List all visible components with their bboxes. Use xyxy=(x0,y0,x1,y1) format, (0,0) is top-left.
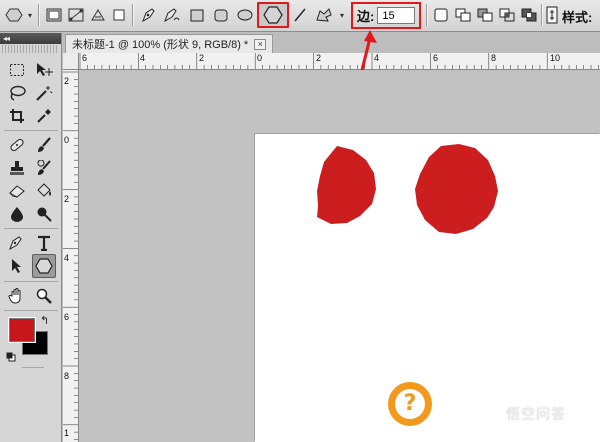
blur-tool-icon[interactable] xyxy=(6,203,28,225)
rectangle-tool-icon[interactable] xyxy=(187,4,207,26)
exclude-overlapping-areas-icon[interactable] xyxy=(519,4,539,26)
ruler-v-label: 4 xyxy=(64,253,70,263)
style-label: 样式: xyxy=(562,10,593,25)
sides-field-group: 边: xyxy=(351,2,421,29)
pen-tool-icon[interactable] xyxy=(138,4,158,26)
eraser-tool-icon[interactable] xyxy=(6,180,28,202)
type-tool-icon[interactable] xyxy=(33,232,55,254)
ruler-v-label: 1 xyxy=(64,428,70,438)
eyedropper-tool-icon[interactable] xyxy=(33,105,55,127)
watermark-question-icon: ? xyxy=(388,382,432,426)
separator xyxy=(38,4,39,26)
polygon-tool-icon[interactable] xyxy=(32,254,56,278)
polygon-shape-left[interactable] xyxy=(317,146,376,224)
swap-colors-icon[interactable]: ↰ xyxy=(40,314,49,327)
zoom-tool-icon[interactable] xyxy=(33,285,55,307)
ruler-v-label: 2 xyxy=(64,194,70,204)
lasso-tool-icon[interactable] xyxy=(6,82,28,104)
create-new-shape-layer-icon[interactable] xyxy=(431,4,451,26)
horizontal-ruler[interactable]: 6 4 2 0 2 4 6 8 10 xyxy=(79,53,600,70)
document-tab-title: 未标题-1 @ 100% (形状 9, RGB/8) * xyxy=(72,39,249,51)
paths-mode-icon[interactable] xyxy=(66,4,86,26)
spot-healing-brush-tool-icon[interactable] xyxy=(6,134,28,156)
history-brush-tool-icon[interactable] xyxy=(33,157,55,179)
tools-separator xyxy=(4,281,58,282)
ruler-h-label: 10 xyxy=(550,53,561,63)
rounded-rectangle-tool-icon[interactable] xyxy=(211,4,231,26)
link-layer-style-icon[interactable] xyxy=(544,4,560,26)
document-tab-bar: 未标题-1 @ 100% (形状 9, RGB/8) * × xyxy=(63,33,600,53)
ellipse-tool-icon[interactable] xyxy=(235,4,255,26)
path-selection-tool-icon[interactable] xyxy=(6,255,28,277)
foreground-color-swatch[interactable] xyxy=(8,317,36,343)
ruler-h-label: 2 xyxy=(316,53,322,63)
default-colors-icon[interactable] xyxy=(6,349,16,362)
watermark-question-glyph: ? xyxy=(395,389,425,419)
geometry-options-dropdown-icon[interactable]: ▾ xyxy=(337,4,347,26)
document-tab[interactable]: 未标题-1 @ 100% (形状 9, RGB/8) * × xyxy=(65,34,274,53)
canvas-area[interactable] xyxy=(80,71,600,442)
tools-separator xyxy=(4,228,58,229)
photoshop-window: ▾ ▾ 边: 15 样式: ◂◂ ↰ 未标题-1 @ 100% (形状 9, R… xyxy=(0,0,600,442)
options-bar: ▾ ▾ 边: 15 样式: xyxy=(0,0,600,32)
brush-tool-icon[interactable] xyxy=(33,134,55,156)
intersect-shape-areas-icon[interactable] xyxy=(497,4,517,26)
tool-preset-icon[interactable] xyxy=(3,4,25,26)
paint-bucket-tool-icon[interactable] xyxy=(33,180,55,202)
ruler-h-label: 8 xyxy=(491,53,497,63)
ruler-h-label: 6 xyxy=(82,53,88,63)
freeform-pen-tool-icon[interactable] xyxy=(160,4,182,26)
rectangular-marquee-tool-icon[interactable] xyxy=(6,59,28,81)
magic-wand-tool-icon[interactable] xyxy=(33,82,55,104)
close-icon[interactable]: × xyxy=(254,38,267,50)
sides-label: 边: xyxy=(357,9,375,24)
tool-preset-dropdown-icon[interactable]: ▾ xyxy=(25,4,35,26)
ruler-v-label: 8 xyxy=(64,371,70,381)
pen-tool-icon[interactable] xyxy=(6,232,28,254)
tools-separator xyxy=(4,130,58,131)
separator xyxy=(541,4,542,26)
watermark-text: 悟空问答 xyxy=(506,406,566,422)
ruler-v-label: 0 xyxy=(64,135,70,145)
ruler-h-label: 0 xyxy=(257,53,263,63)
shape-layers-mode-icon[interactable] xyxy=(44,4,64,26)
ruler-h-label: 2 xyxy=(199,53,205,63)
line-tool-icon[interactable] xyxy=(291,4,309,26)
vertical-ruler[interactable]: 2 0 2 4 6 8 1 xyxy=(63,70,79,442)
separator xyxy=(132,4,133,26)
tools-panel-grip[interactable] xyxy=(2,45,59,53)
ruler-origin[interactable] xyxy=(63,53,79,70)
fill-pixels-mode-icon[interactable] xyxy=(88,4,108,26)
tools-panel: ◂◂ ↰ xyxy=(0,33,62,442)
crop-tool-icon[interactable] xyxy=(6,105,28,127)
polygon-tool-icon[interactable] xyxy=(257,2,289,28)
move-tool-icon[interactable] xyxy=(33,59,55,81)
polygon-shape-right[interactable] xyxy=(415,144,498,234)
dodge-tool-icon[interactable] xyxy=(33,203,55,225)
rectangle-mode-icon[interactable] xyxy=(110,4,128,26)
sides-input[interactable] xyxy=(377,7,416,24)
add-to-shape-area-icon[interactable] xyxy=(453,4,473,26)
tools-separator xyxy=(4,310,58,311)
tools-separator xyxy=(22,367,44,368)
clone-stamp-tool-icon[interactable] xyxy=(6,157,28,179)
subtract-from-shape-area-icon[interactable] xyxy=(475,4,495,26)
ruler-h-label: 6 xyxy=(433,53,439,63)
tools-panel-collapse[interactable]: ◂◂ xyxy=(0,33,61,44)
ruler-h-label: 4 xyxy=(140,53,146,63)
separator xyxy=(426,4,427,26)
ruler-v-label: 2 xyxy=(64,76,70,86)
annotation-arrow-icon xyxy=(360,30,377,71)
hand-tool-icon[interactable] xyxy=(6,285,28,307)
ruler-v-label: 6 xyxy=(64,312,70,322)
custom-shape-tool-icon[interactable] xyxy=(312,4,336,26)
